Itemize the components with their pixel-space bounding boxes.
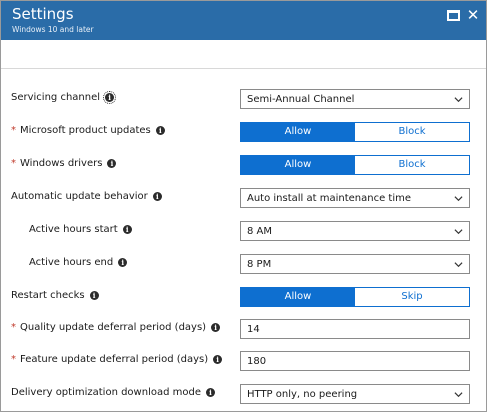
restart-checks-label: Restart checks i [11,289,99,303]
close-icon[interactable]: ✕ [466,6,480,24]
active-hours-start-dropdown[interactable]: 8 AM [240,221,470,241]
quality-update-deferral-input[interactable]: 14 [240,319,470,339]
windows-drivers-label-text: Windows drivers [20,158,103,169]
info-icon[interactable]: i [122,225,132,234]
feature-update-deferral-input[interactable]: 180 [240,351,470,371]
allow-option[interactable]: Allow [241,123,355,141]
active-hours-start-label-text: Active hours start [29,224,118,235]
active-hours-end-value: 8 PM [247,259,272,270]
allow-option[interactable]: Allow [241,288,355,306]
block-option[interactable]: Block [355,156,469,174]
restart-checks-label-text: Restart checks [11,290,85,301]
required-mark: * [11,322,16,333]
active-hours-start-label: Active hours start i [29,223,132,237]
info-icon[interactable]: i [107,159,117,168]
delivery-optimization-label-text: Delivery optimization download mode [11,387,201,398]
servicing-channel-label: Servicing channel i [11,91,117,105]
active-hours-end-label-text: Active hours end [29,257,114,268]
quality-update-deferral-label: * Quality update deferral period (days) i [11,321,221,335]
delivery-optimization-value: HTTP only, no peering [247,389,358,400]
automatic-update-behavior-value: Auto install at maintenance time [247,193,412,204]
feature-update-deferral-value: 180 [247,356,267,367]
info-icon[interactable]: i [89,291,99,300]
delivery-optimization-dropdown[interactable]: HTTP only, no peering [240,384,470,404]
skip-option[interactable]: Skip [355,288,469,306]
chevron-down-icon [454,392,463,398]
active-hours-start-value: 8 AM [247,226,273,237]
block-option[interactable]: Block [355,123,469,141]
blade-header: Settings Windows 10 and later ✕ [1,1,486,40]
info-icon[interactable]: i [155,126,165,135]
info-icon[interactable]: i [118,258,128,267]
allow-option[interactable]: Allow [241,156,355,174]
servicing-channel-label-text: Servicing channel [11,92,101,103]
required-mark: * [11,354,16,365]
maximize-icon[interactable] [447,10,460,21]
automatic-update-behavior-dropdown[interactable]: Auto install at maintenance time [240,188,470,208]
info-icon[interactable]: i [213,355,223,364]
windows-drivers-toggle[interactable]: Allow Block [240,155,470,175]
chevron-down-icon [454,196,463,202]
blade-subtitle: Windows 10 and later [12,25,94,34]
blade-title: Settings [12,5,74,23]
chevron-down-icon [454,229,463,235]
restart-checks-toggle[interactable]: Allow Skip [240,287,470,307]
servicing-channel-dropdown[interactable]: Semi-Annual Channel [240,89,470,109]
microsoft-product-updates-label: * Microsoft product updates i [11,124,165,138]
quality-update-deferral-label-text: Quality update deferral period (days) [20,322,207,333]
microsoft-product-updates-toggle[interactable]: Allow Block [240,122,470,142]
required-mark: * [11,158,16,169]
active-hours-end-dropdown[interactable]: 8 PM [240,254,470,274]
delivery-optimization-label: Delivery optimization download mode i [11,386,215,400]
info-icon[interactable]: i [152,192,162,201]
header-divider [1,68,486,69]
info-icon[interactable]: i [103,91,117,104]
automatic-update-behavior-label-text: Automatic update behavior [11,191,148,202]
microsoft-product-updates-label-text: Microsoft product updates [20,125,151,136]
required-mark: * [11,125,16,136]
windows-drivers-label: * Windows drivers i [11,157,117,171]
feature-update-deferral-label-text: Feature update deferral period (days) [20,354,209,365]
active-hours-end-label: Active hours end i [29,256,128,270]
feature-update-deferral-label: * Feature update deferral period (days) i [11,353,223,367]
chevron-down-icon [454,97,463,103]
automatic-update-behavior-label: Automatic update behavior i [11,190,162,204]
info-icon[interactable]: i [211,323,221,332]
chevron-down-icon [454,262,463,268]
servicing-channel-value: Semi-Annual Channel [247,94,355,105]
quality-update-deferral-value: 14 [247,324,260,335]
info-icon[interactable]: i [205,388,215,397]
